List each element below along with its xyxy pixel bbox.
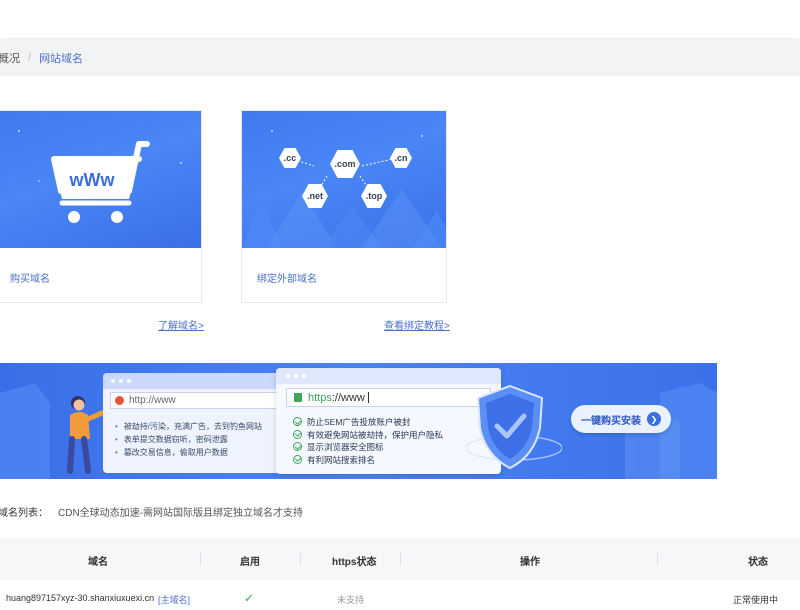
- bind-domain-card[interactable]: .cc .com .cn .net .top 绑定外部域名: [241, 110, 447, 303]
- bind-tutorial-link[interactable]: 查看绑定教程>: [384, 317, 450, 332]
- insecure-url-bar: http://www: [110, 392, 280, 409]
- breadcrumb-overview[interactable]: 概况: [0, 50, 20, 66]
- breadcrumb: 概况 / 网站域名: [0, 40, 800, 76]
- risk-item: 被劫持/污染，充满广告，去到钓鱼网站: [115, 420, 262, 433]
- col-enabled: 启用: [240, 557, 260, 568]
- secure-url-bar: https ://www: [286, 388, 491, 407]
- text-cursor: [367, 392, 369, 403]
- top-header-bar: [0, 0, 800, 38]
- risk-item: 篡改交易信息，偷取用户数据: [115, 446, 262, 459]
- column-divider: [200, 553, 201, 565]
- benefit-item: 有利网站搜索排名: [293, 454, 443, 467]
- bind-domain-label: 绑定外部域名: [257, 274, 317, 285]
- col-domain: 域名: [88, 557, 108, 568]
- domain-list-label: 域名列表：: [0, 508, 48, 519]
- person-illustration: [67, 396, 105, 474]
- buy-domain-card[interactable]: wWw 购买域名: [0, 110, 202, 303]
- domain-list-note: CDN全球动态加速-需网站国际版且绑定独立域名才支持: [58, 508, 303, 519]
- shopping-cart-icon: wWw: [18, 130, 182, 223]
- buy-domain-illustration: wWw: [0, 111, 201, 248]
- check-icon: [293, 417, 302, 426]
- risk-item: 表单提交数据窃听，密码泄露: [115, 433, 262, 446]
- domain-table-header: 域名 启用 https状态 操作 状态: [0, 538, 800, 580]
- column-divider: [300, 553, 301, 565]
- arrow-right-icon: ❯: [647, 412, 661, 426]
- lock-icon: [294, 393, 302, 402]
- check-icon: [293, 454, 302, 464]
- breadcrumb-current: 网站域名: [39, 53, 84, 65]
- check-icon: [293, 442, 302, 451]
- buy-domain-label: 购买域名: [10, 274, 50, 285]
- benefit-list: 防止SEM广告投放账户被封 有效避免网站被劫持，保护用户隐私 显示浏览器安全图标…: [293, 416, 443, 466]
- benefit-item: 显示浏览器安全图标: [293, 441, 443, 454]
- shield-icon: [465, 384, 562, 470]
- benefit-item: 防止SEM广告投放账户被封: [293, 416, 443, 429]
- insecure-url-text: http://www: [129, 395, 176, 406]
- breadcrumb-separator: /: [28, 52, 32, 64]
- col-status: 状态: [748, 557, 768, 568]
- mountains-illustration: [242, 130, 446, 248]
- col-https-status: https状态: [332, 557, 377, 568]
- risk-list: 被劫持/污染，充满广告，去到钓鱼网站 表单提交数据窃听，密码泄露 篡改交易信息，…: [115, 420, 262, 459]
- bind-domain-illustration: .cc .com .cn .net .top: [242, 111, 446, 248]
- warning-icon: [115, 396, 124, 405]
- column-divider: [400, 553, 401, 565]
- enabled-check-icon: ✓: [244, 591, 255, 605]
- secure-url-scheme: https: [308, 391, 332, 404]
- domain-list-header: 域名列表： CDN全球动态加速-需网站国际版且绑定独立域名才支持: [0, 504, 303, 519]
- learn-domain-link[interactable]: 了解域名>: [158, 317, 204, 332]
- col-actions: 操作: [520, 557, 540, 568]
- benefit-item: 有效避免网站被劫持，保护用户隐私: [293, 429, 443, 442]
- svg-text:wWw: wWw: [69, 170, 116, 190]
- column-divider: [657, 553, 658, 565]
- one-click-buy-button[interactable]: 一键购买安装 ❯: [571, 405, 671, 433]
- domain-name-cell: huang897157xyz-30.shanxiuxuexi.cn: [6, 593, 155, 603]
- check-icon: [293, 429, 302, 439]
- table-row: huang897157xyz-30.shanxiuxuexi.cn [主域名] …: [0, 580, 800, 610]
- secure-url-rest: ://www: [331, 391, 365, 404]
- buy-button-label: 一键购买安装: [581, 415, 641, 427]
